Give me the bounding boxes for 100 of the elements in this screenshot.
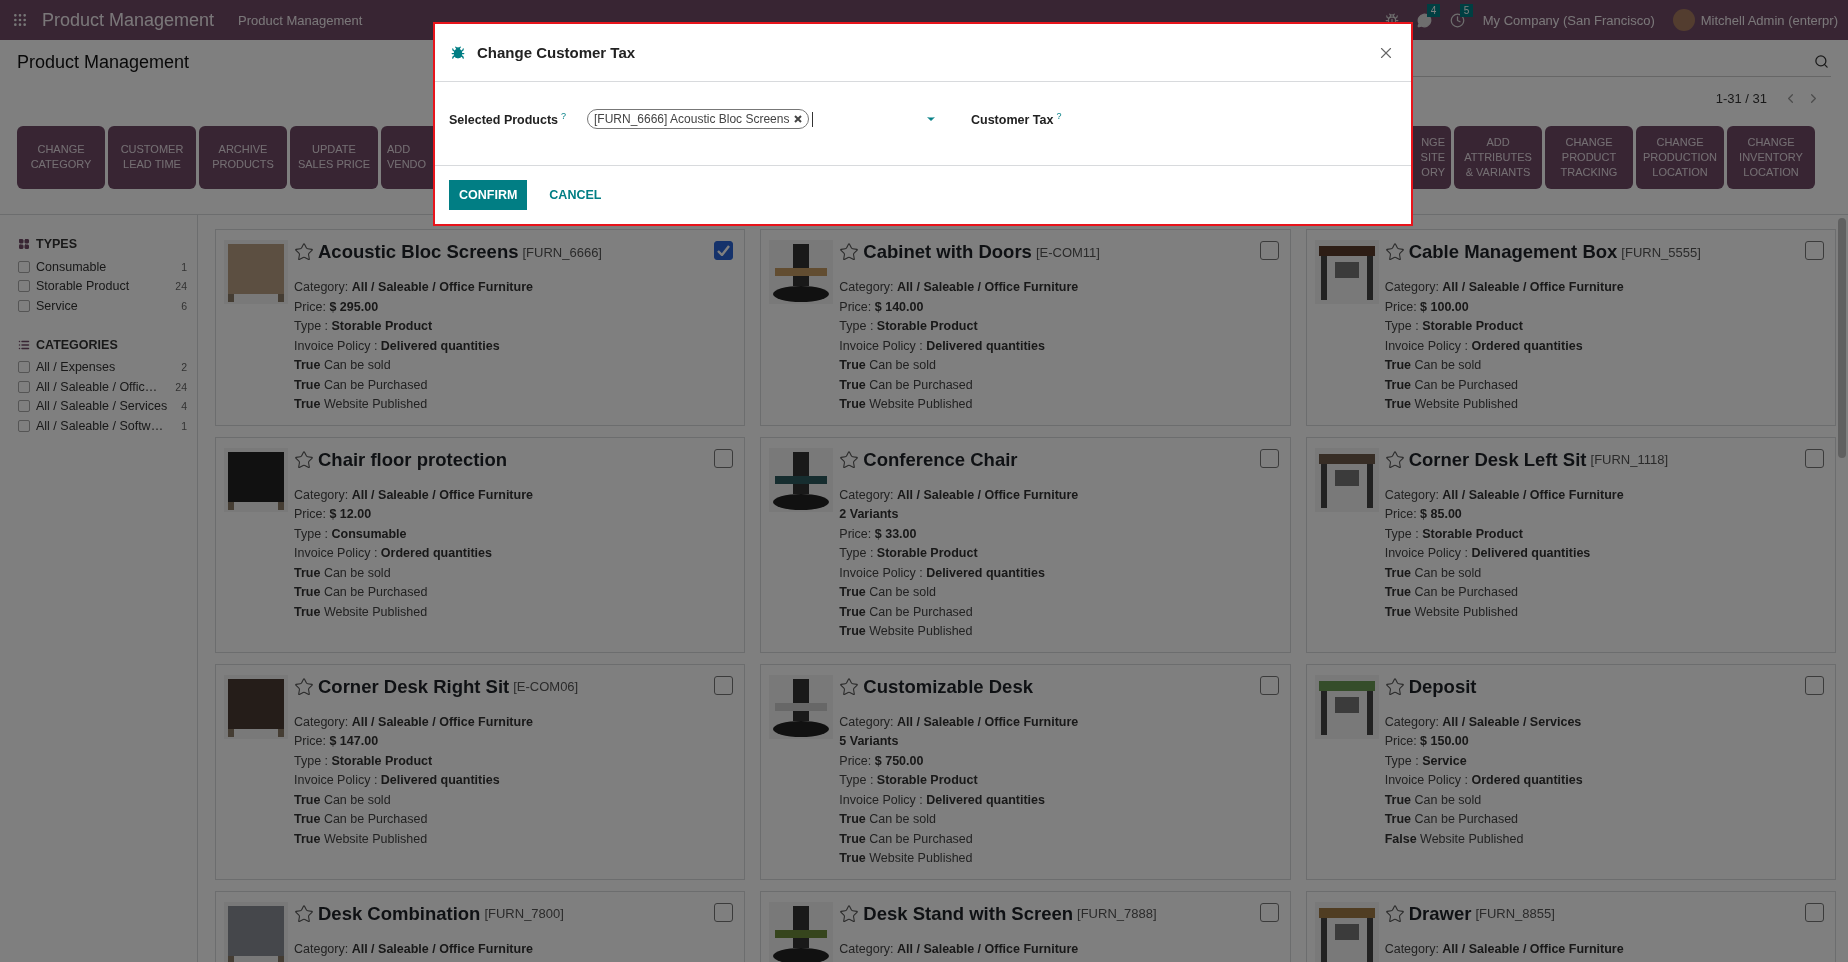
star-icon[interactable] (839, 242, 860, 262)
select-checkbox[interactable] (714, 241, 734, 260)
filter-label[interactable]: Consumable (36, 259, 176, 274)
star-icon[interactable] (294, 449, 314, 470)
filter-label[interactable]: All / Saleable / Services (36, 399, 176, 414)
product-detail: True Can be sold (1384, 791, 1483, 809)
clock-icon[interactable] (1449, 12, 1465, 28)
search-icon[interactable] (1814, 54, 1829, 69)
filter-checkbox[interactable] (18, 280, 30, 293)
star-icon[interactable] (839, 903, 860, 924)
remove-icon[interactable] (794, 115, 803, 123)
action-button[interactable]: CUSTOMER LEAD TIME (108, 125, 196, 189)
filter-label[interactable]: Service (36, 298, 176, 313)
star-icon[interactable] (294, 242, 314, 262)
product-code: [FURN_6666] (522, 244, 602, 260)
product-name: Corner Desk Left Sit (1408, 448, 1587, 471)
page-title: Product Management (17, 51, 190, 73)
product-detail: Category: All / Saleable / Office Furniture (294, 279, 534, 296)
product-card[interactable]: Desk Combination [FURN_7800] Category: All / Saleable / Office Furniture (215, 890, 746, 962)
star-icon[interactable] (1384, 676, 1405, 697)
product-detail: True Can be sold (1384, 564, 1483, 582)
filter-label[interactable]: Storable Product (36, 279, 170, 294)
product-detail: Price: $ 85.00 (1384, 506, 1463, 523)
filter-checkbox[interactable] (18, 400, 30, 413)
filter-count: 1 (181, 419, 187, 432)
action-button[interactable]: CHANGE INVENTORY LOCATION (1727, 125, 1815, 189)
product-card[interactable] (760, 436, 1291, 653)
product-detail: True Website Published (294, 396, 429, 413)
filter-checkbox[interactable] (18, 299, 30, 312)
product-card[interactable]: Drawer [FURN_8855] Category: All / Saleable / Office Furniture (1305, 890, 1836, 962)
product-card[interactable] (1305, 229, 1836, 426)
product-detail: Category: All / Saleable / Services (1384, 713, 1583, 731)
chat-icon[interactable] (1416, 12, 1432, 28)
select-checkbox[interactable] (714, 675, 734, 695)
product-detail: True Can be sold (294, 357, 392, 374)
product-detail: Price: $ 12.00 (294, 506, 373, 523)
action-button[interactable]: CHANGE PRODUCTION LOCATION (1636, 125, 1724, 189)
action-button[interactable]: CHANGE CATEGORY (17, 125, 105, 189)
pager-value[interactable]: 1-31 / 31 (1715, 90, 1767, 106)
product-card[interactable] (215, 663, 746, 880)
confirm-button[interactable]: CONFIRM (449, 180, 528, 210)
filter-label[interactable]: All / Expenses (36, 360, 176, 375)
filter-label[interactable]: All / Saleable / Offic… (36, 379, 170, 394)
product-card[interactable]: Desk Stand with Screen [FURN_7888] Category: All / Saleable / Office Furniture (760, 890, 1291, 962)
select-checkbox[interactable] (714, 902, 734, 922)
action-button[interactable]: ARCHIVE PRODUCTS (199, 125, 287, 189)
filter-checkbox[interactable] (18, 361, 30, 374)
product-detail: True Can be Purchased (839, 603, 974, 621)
star-icon[interactable] (839, 449, 860, 470)
cancel-button[interactable]: CANCEL (539, 180, 612, 210)
star-icon[interactable] (839, 676, 860, 697)
scrollbar[interactable] (1838, 218, 1846, 458)
product-detail: Type : Consumable (294, 525, 408, 543)
product-card[interactable] (760, 229, 1291, 426)
product-card[interactable] (215, 229, 746, 426)
star-icon[interactable] (1384, 903, 1405, 924)
product-detail: Invoice Policy : Ordered quantities (1384, 772, 1584, 789)
filter-label[interactable]: All / Saleable / Softw… (36, 418, 176, 433)
select-checkbox[interactable] (1805, 675, 1824, 695)
star-icon[interactable] (1384, 449, 1405, 470)
product-name: Deposit (1408, 675, 1477, 698)
star-icon[interactable] (1384, 242, 1405, 262)
product-name: Desk Combination (318, 902, 481, 925)
product-name: Customizable Desk (863, 675, 1033, 698)
select-checkbox[interactable] (1805, 902, 1824, 922)
select-checkbox[interactable] (1259, 448, 1279, 468)
star-icon[interactable] (294, 903, 314, 924)
action-button[interactable]: ADD ATTRIBUTES & VARIANTS (1454, 125, 1542, 189)
select-checkbox[interactable] (1259, 675, 1279, 695)
select-checkbox[interactable] (1805, 241, 1824, 260)
select-checkbox[interactable] (1259, 241, 1279, 260)
action-button[interactable]: UPDATE SALES PRICE (290, 125, 378, 189)
filter-checkbox[interactable] (18, 260, 30, 273)
action-button[interactable]: CHANGE PRODUCT TRACKING (1545, 125, 1633, 189)
product-card[interactable]: Deposit Category: All / Saleable / Services Price: $ 150.00 Type : Service Invoice Policy : Ordered quantities True Can be sold True Can be Purchased False Website Published (1305, 663, 1836, 880)
filter-checkbox[interactable] (18, 419, 30, 432)
product-card[interactable]: Chair floor protection Category: All / Saleable / Office Furniture Price: $ 12.00 Type : Consumable Invoice Policy : Ordered quantities True Can be sold True Can be Purchased True Website Published (215, 436, 746, 653)
star-icon[interactable] (294, 676, 314, 697)
apps-menu-icon[interactable] (12, 12, 28, 28)
product-detail: Invoice Policy : Delivered quantities (1384, 545, 1592, 562)
tags-field[interactable]: [FURN_6666] Acoustic Bloc Screens (587, 108, 937, 130)
section-title: TYPES (36, 237, 77, 251)
select-checkbox[interactable] (1805, 448, 1824, 468)
company-switcher[interactable]: My Company (San Francisco) (1482, 12, 1655, 28)
menu-item[interactable]: Product Management (238, 12, 363, 28)
select-checkbox[interactable] (714, 448, 734, 468)
filter-checkbox[interactable] (18, 380, 30, 393)
field-label: Customer Tax $^{?}$ (971, 110, 1062, 128)
user-menu[interactable]: Mitchell Admin (enterpr) (1700, 12, 1838, 28)
product-card[interactable] (1305, 436, 1836, 653)
product-detail: True Can be Purchased (294, 376, 429, 394)
product-detail: True Can be sold (839, 357, 937, 374)
product-detail: True Can be Purchased (294, 811, 429, 828)
select-checkbox[interactable] (1259, 902, 1279, 922)
product-card[interactable] (760, 663, 1291, 880)
product-detail: True Can be Purchased (1384, 376, 1520, 394)
product-name: Corner Desk Right Sit (318, 675, 510, 698)
product-detail: True Can be Purchased (1384, 584, 1520, 601)
product-name: Cabinet with Doors (863, 241, 1032, 263)
product-detail: Type : Storable Product (839, 772, 979, 789)
